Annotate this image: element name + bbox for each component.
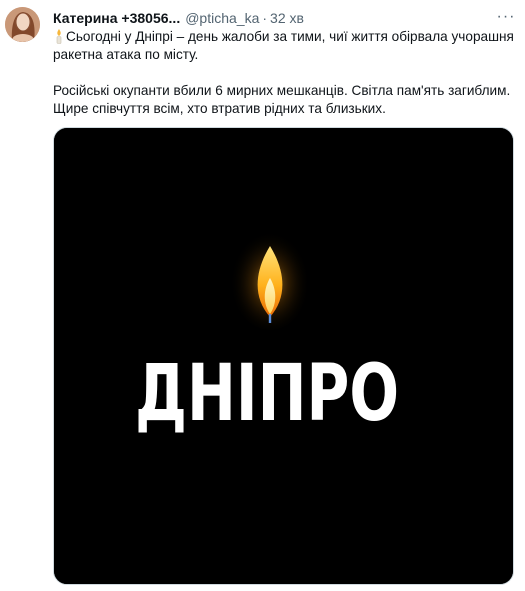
- media-image[interactable]: ДНІПРО: [53, 127, 514, 585]
- flame-icon: [230, 226, 310, 330]
- user-handle[interactable]: @pticha_ka: [185, 10, 259, 26]
- timestamp[interactable]: 32 хв: [270, 10, 304, 26]
- tweet-line-1: Сьогодні у Дніпрі – день жалоби за тими,…: [53, 29, 514, 62]
- tweet-text: Сьогодні у Дніпрі – день жалоби за тими,…: [53, 28, 517, 118]
- display-name[interactable]: Катерина +38056...: [53, 10, 180, 26]
- separator-dot: ·: [262, 10, 268, 26]
- tweet-line-2: Російські окупанти вбили 6 мирних мешкан…: [53, 83, 511, 116]
- more-icon[interactable]: ···: [495, 8, 517, 26]
- tweet-paragraph: Російські окупанти вбили 6 мирних мешкан…: [53, 82, 517, 118]
- media-city-name: ДНІПРО: [135, 349, 399, 439]
- tweet-header: Катерина +38056... @pticha_ka · 32 хв: [53, 8, 495, 28]
- tweet-paragraph: Сьогодні у Дніпрі – день жалоби за тими,…: [53, 28, 517, 64]
- tweet: Катерина +38056... @pticha_ka · 32 хв ··…: [0, 0, 525, 591]
- avatar[interactable]: [5, 7, 40, 42]
- candle-icon: [53, 28, 65, 44]
